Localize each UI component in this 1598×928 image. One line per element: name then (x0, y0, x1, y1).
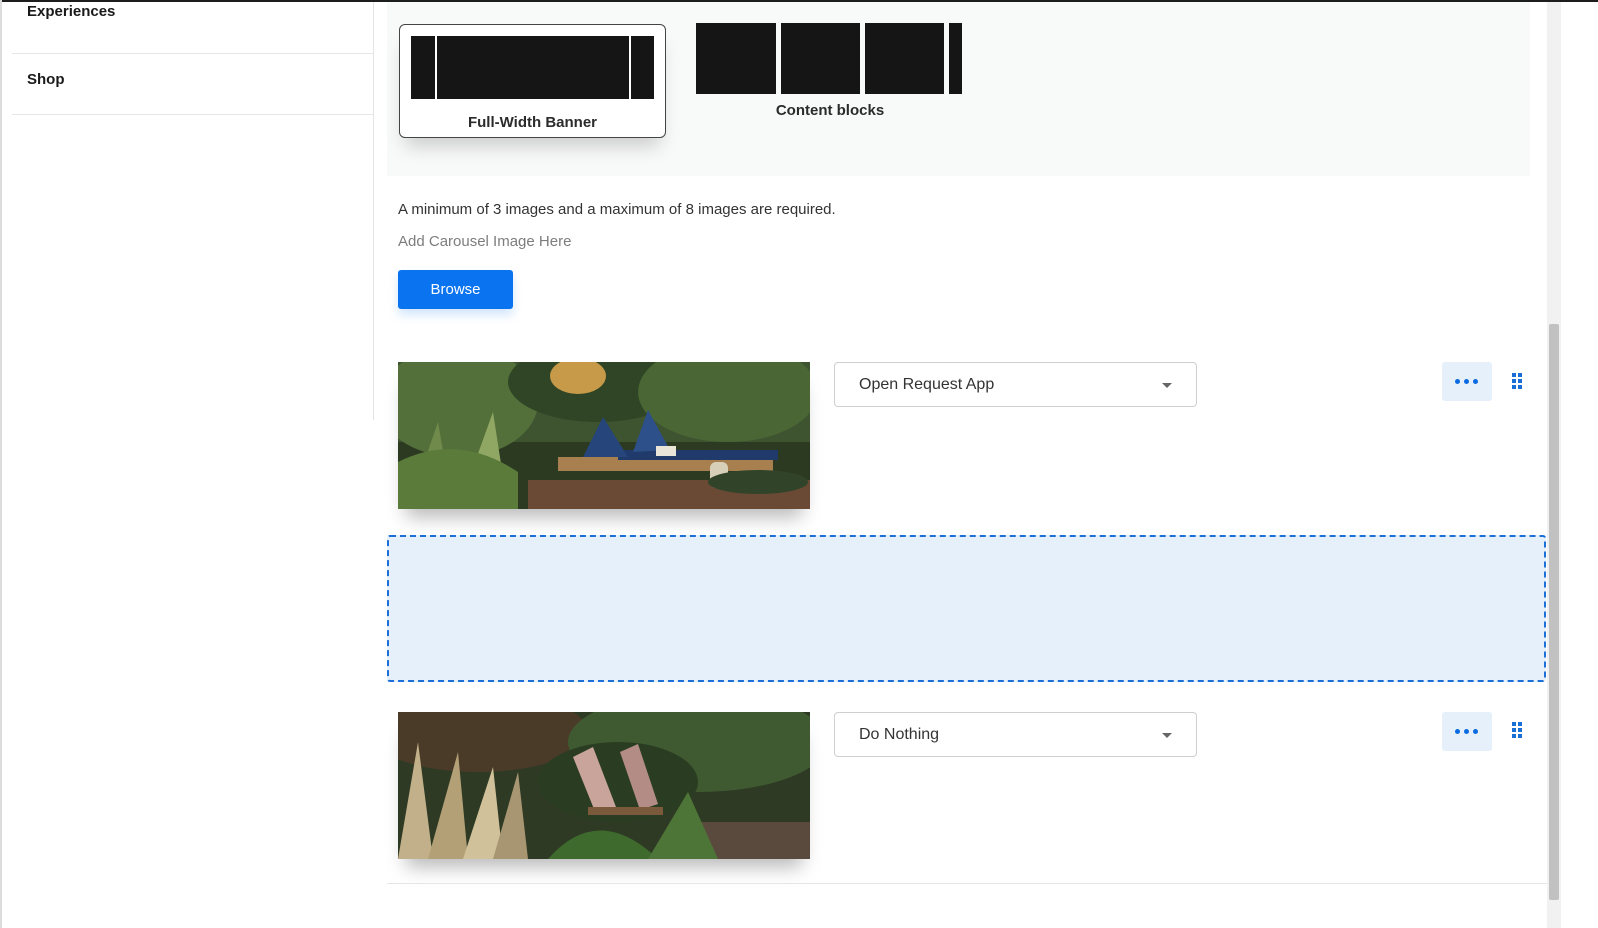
divider (387, 883, 1547, 884)
sidebar-item-experiences[interactable]: Experiences (12, 0, 374, 54)
layout-option-content-blocks[interactable]: Content blocks (696, 23, 964, 123)
layout-option-full-width-banner[interactable]: Full-Width Banner (399, 24, 666, 138)
chevron-down-icon (1162, 383, 1172, 388)
link-action-select[interactable]: Open Request App (834, 362, 1197, 407)
image-drop-zone[interactable] (387, 535, 1546, 682)
blocks-preview-4 (949, 23, 962, 94)
layout-option-label: Content blocks (775, 102, 885, 119)
browse-button[interactable]: Browse (398, 270, 513, 309)
sidebar-item-label: Shop (27, 71, 65, 88)
more-options-button[interactable] (1442, 712, 1492, 751)
layout-selector: Full-Width Banner Content blocks (387, 2, 1530, 176)
add-carousel-hint: Add Carousel Image Here (398, 233, 572, 250)
blocks-preview-1 (696, 23, 776, 94)
banner-preview-right (631, 36, 654, 99)
select-value: Do Nothing (859, 726, 940, 743)
blocks-preview-3 (865, 23, 944, 94)
blocks-preview-2 (781, 23, 860, 94)
sidebar: Experiences Shop (12, 2, 374, 420)
chevron-down-icon (1162, 733, 1172, 738)
sidebar-item-label: Experiences (27, 3, 116, 20)
more-horizontal-icon (1455, 729, 1460, 734)
link-action-select[interactable]: Do Nothing (834, 712, 1197, 757)
layout-option-label: Full-Width Banner (467, 114, 598, 131)
scrollbar-thumb[interactable] (1549, 324, 1559, 900)
more-options-button[interactable] (1442, 362, 1492, 401)
sidebar-item-shop[interactable]: Shop (12, 54, 374, 115)
carousel-image (398, 362, 810, 509)
banner-preview-left (411, 36, 435, 99)
carousel-image (398, 712, 810, 859)
drag-handle-icon[interactable] (1511, 722, 1523, 738)
image-requirement-text: A minimum of 3 images and a maximum of 8… (398, 201, 836, 218)
more-horizontal-icon (1455, 379, 1460, 384)
select-value: Open Request App (859, 376, 995, 393)
drag-handle-icon[interactable] (1511, 373, 1523, 389)
banner-preview-center (437, 36, 629, 99)
window-left-border (0, 0, 2, 928)
